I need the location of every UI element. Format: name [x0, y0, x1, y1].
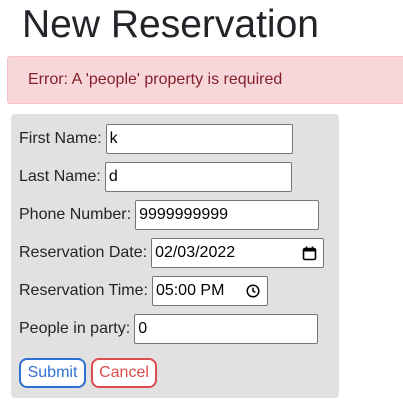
reservation-time-input[interactable]: 05:00 PM — [151, 276, 268, 306]
first-name-label: First Name: — [19, 130, 102, 147]
last-name-label: Last Name: — [19, 168, 101, 185]
cancel-button[interactable]: Cancel — [91, 358, 157, 388]
phone-number-value: 9999999999 — [139, 206, 229, 223]
reservation-date-value: 02/03/2022 — [155, 244, 236, 261]
phone-number-input[interactable]: 9999999999 — [135, 200, 320, 230]
reservation-time-row: Reservation Time: 05:00 PM — [19, 276, 268, 306]
reservation-date-input[interactable]: 02/03/2022 — [151, 238, 325, 268]
last-name-input[interactable]: d — [104, 162, 292, 192]
first-name-input[interactable]: k — [105, 124, 293, 154]
page-title: New Reservation — [22, 3, 319, 46]
first-name-value: k — [109, 130, 118, 147]
submit-button[interactable]: Submit — [19, 358, 86, 388]
people-label: People in party: — [19, 320, 131, 337]
reservation-date-row: Reservation Date: 02/03/2022 — [19, 238, 325, 268]
reservation-time-label: Reservation Time: — [19, 282, 148, 299]
phone-number-label: Phone Number: — [19, 206, 132, 223]
reservation-date-label: Reservation Date: — [19, 244, 148, 261]
reservation-time-value: 05:00 PM — [155, 282, 225, 299]
calendar-icon[interactable] — [301, 245, 317, 261]
phone-number-row: Phone Number: 9999999999 — [19, 200, 320, 230]
last-name-row: Last Name: d — [19, 162, 292, 192]
first-name-row: First Name: k — [19, 124, 293, 154]
error-alert: Error: A 'people' property is required — [7, 56, 403, 104]
clock-icon[interactable] — [245, 283, 261, 299]
reservation-form: First Name: k Last Name: d Phone Number:… — [11, 114, 339, 398]
people-input[interactable]: 0 — [134, 314, 319, 344]
people-row: People in party: 0 — [19, 314, 319, 344]
last-name-value: d — [108, 168, 118, 185]
people-value: 0 — [138, 320, 148, 337]
